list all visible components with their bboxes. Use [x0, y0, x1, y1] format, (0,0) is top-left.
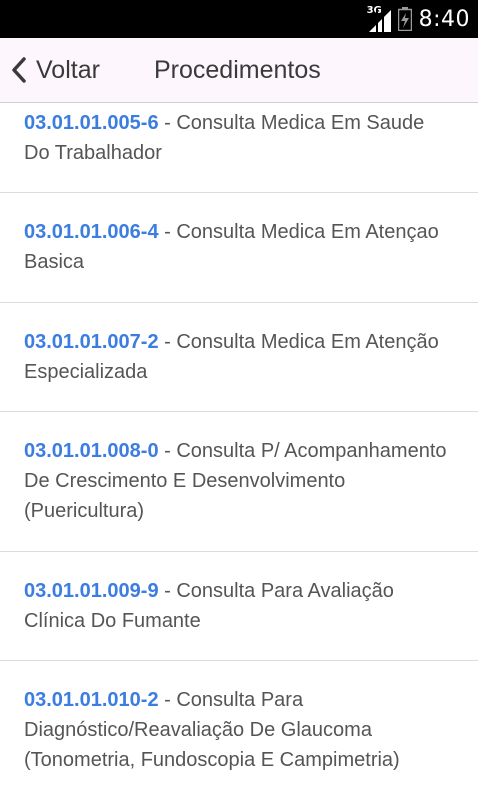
- procedure-code: 03.01.01.007-2: [24, 331, 159, 353]
- procedure-separator: -: [158, 689, 177, 711]
- procedure-text: 03.01.01.009-9 - Consulta Para Avaliação…: [24, 576, 454, 636]
- procedure-separator: -: [158, 440, 177, 462]
- procedure-separator: -: [158, 112, 177, 134]
- list-item[interactable]: 03.01.01.008-0 - Consulta P/ Acompanhame…: [0, 412, 478, 552]
- status-icons: 3G 8:40: [367, 0, 470, 38]
- procedure-code: 03.01.01.009-9: [24, 580, 159, 602]
- procedure-separator: -: [158, 331, 177, 353]
- procedure-list[interactable]: 03.01.01.005-6 - Consulta Medica Em Saud…: [0, 103, 478, 799]
- procedure-text: 03.01.01.006-4 - Consulta Medica Em Aten…: [24, 217, 454, 277]
- list-item[interactable]: 03.01.01.010-2 - Consulta Para Diagnósti…: [0, 661, 478, 799]
- battery-icon: [397, 7, 412, 32]
- list-item[interactable]: 03.01.01.006-4 - Consulta Medica Em Aten…: [0, 193, 478, 303]
- status-time: 8:40: [418, 6, 470, 32]
- back-button[interactable]: Voltar: [10, 38, 100, 102]
- chevron-left-icon: [12, 57, 26, 83]
- list-item[interactable]: 03.01.01.005-6 - Consulta Medica Em Saud…: [0, 103, 478, 193]
- procedure-text: 03.01.01.007-2 - Consulta Medica Em Aten…: [24, 327, 454, 387]
- procedure-code: 03.01.01.010-2: [24, 689, 159, 711]
- app-bar: Voltar Procedimentos: [0, 38, 478, 103]
- procedure-code: 03.01.01.006-4: [24, 221, 159, 243]
- procedure-code: 03.01.01.008-0: [24, 440, 159, 462]
- signal-icon: 3G: [367, 5, 391, 32]
- list-item[interactable]: 03.01.01.007-2 - Consulta Medica Em Aten…: [0, 303, 478, 412]
- procedure-separator: -: [158, 580, 177, 602]
- back-label: Voltar: [36, 55, 100, 84]
- procedure-separator: -: [158, 221, 177, 243]
- procedure-text: 03.01.01.005-6 - Consulta Medica Em Saud…: [24, 108, 454, 168]
- status-bar: 3G 8:40: [0, 0, 478, 38]
- procedure-text: 03.01.01.010-2 - Consulta Para Diagnósti…: [24, 685, 454, 775]
- page-title: Procedimentos: [154, 56, 321, 84]
- list-item[interactable]: 03.01.01.009-9 - Consulta Para Avaliação…: [0, 552, 478, 661]
- procedure-text: 03.01.01.008-0 - Consulta P/ Acompanhame…: [24, 436, 454, 526]
- procedure-code: 03.01.01.005-6: [24, 112, 159, 134]
